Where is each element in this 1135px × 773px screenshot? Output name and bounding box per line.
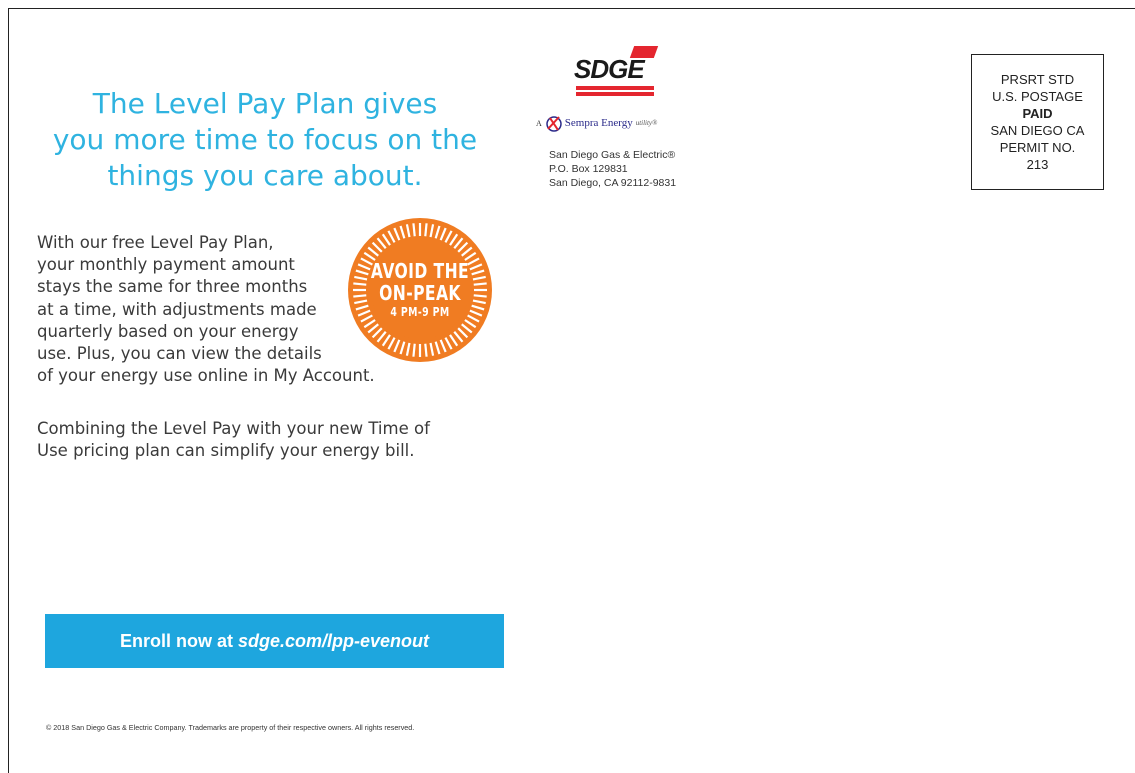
badge-text: AVOID THE ON-PEAK 4 PM-9 PM xyxy=(362,216,477,364)
body-line: use. Plus, you can view the details xyxy=(37,344,322,364)
sempra-prefix: A xyxy=(536,118,542,128)
enroll-now-button[interactable]: Enroll now at sdge.com/lpp-evenout xyxy=(45,614,504,668)
postage-permit-number: 213 xyxy=(1026,157,1049,172)
body-line: stays the same for three months xyxy=(37,277,308,297)
headline-line-3: things you care about. xyxy=(107,159,423,192)
headline: The Level Pay Plan gives you more time t… xyxy=(30,86,500,194)
enroll-prefix: Enroll now at xyxy=(119,630,233,651)
address-line: San Diego, CA 92112-9831 xyxy=(549,177,677,189)
postage-line: SAN DIEGO CA xyxy=(990,123,1085,138)
body-line: With our free Level Pay Plan, xyxy=(37,233,274,252)
sempra-name: Sempra Energy xyxy=(564,117,633,129)
headline-line-2: you more time to focus on the xyxy=(52,123,478,156)
address-line: San Diego Gas & Electric® xyxy=(549,149,676,161)
enroll-url-link[interactable]: sdge.com/lpp-evenout xyxy=(238,631,429,652)
body-line: at a time, with adjustments made xyxy=(37,299,317,319)
avoid-on-peak-badge: AVOID THE ON-PEAK 4 PM-9 PM xyxy=(346,216,494,364)
postage-line: PERMIT NO. xyxy=(999,140,1076,155)
sdge-stripe-icon xyxy=(576,92,654,96)
sdge-wordmark: SDGE xyxy=(574,54,645,84)
sdge-logo: SDGE A Sempra Energy utility® xyxy=(532,44,697,144)
body-line: your monthly payment amount xyxy=(37,255,295,275)
sempra-suffix: utility® xyxy=(635,119,658,127)
badge-line-3: 4 PM-9 PM xyxy=(390,305,450,319)
badge-line-2: ON-PEAK xyxy=(379,281,461,305)
postage-line: U.S. POSTAGE xyxy=(992,89,1083,104)
body-paragraph-1: With our free Level Pay Plan, your month… xyxy=(37,232,375,387)
copyright-notice: © 2018 San Diego Gas & Electric Company.… xyxy=(46,723,415,732)
sempra-tagline: A Sempra Energy utility® xyxy=(536,114,657,132)
sdge-stripe-icon xyxy=(576,86,654,90)
body-line: Combining the Level Pay with your new Ti… xyxy=(37,419,430,438)
postage-paid: PAID xyxy=(1022,106,1053,121)
return-address: San Diego Gas & Electric® P.O. Box 12983… xyxy=(549,148,676,190)
body-paragraph-2: Combining the Level Pay with your new Ti… xyxy=(37,418,430,462)
postage-indicia: PRSRT STD U.S. POSTAGE PAID SAN DIEGO CA… xyxy=(971,54,1104,190)
body-line: of your energy use online in My Account. xyxy=(37,366,375,386)
headline-line-1: The Level Pay Plan gives xyxy=(92,87,438,120)
postage-line: PRSRT STD xyxy=(1000,72,1075,87)
badge-line-1: AVOID THE xyxy=(370,259,470,283)
address-line: P.O. Box 129831 xyxy=(549,163,628,175)
sempra-logo-icon xyxy=(546,116,562,132)
body-line: Use pricing plan can simplify your energ… xyxy=(37,441,415,461)
body-line: quarterly based on your energy xyxy=(37,321,299,341)
